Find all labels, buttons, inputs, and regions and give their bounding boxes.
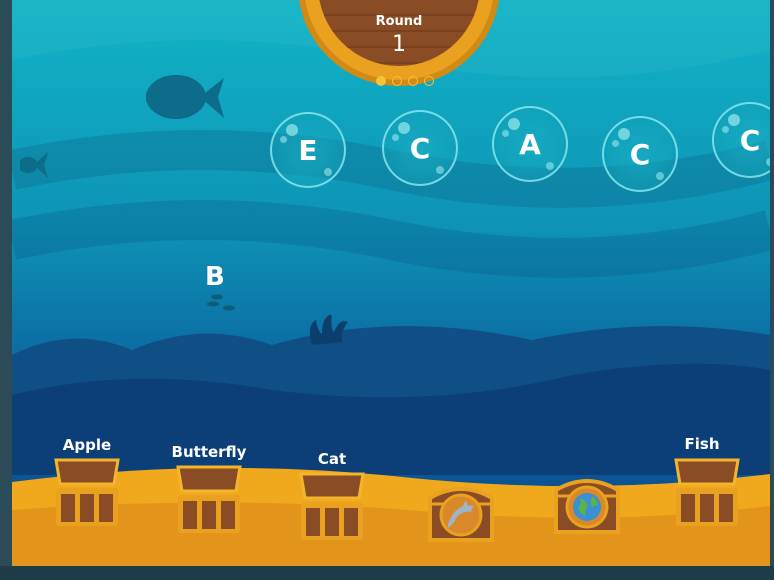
bubble-highlight bbox=[286, 124, 298, 136]
bubble-highlight bbox=[398, 122, 410, 134]
sand-floor bbox=[12, 467, 770, 566]
fish-silhouette-icon bbox=[20, 152, 48, 178]
bubble-highlight bbox=[508, 118, 520, 130]
bubble-highlight bbox=[392, 134, 399, 141]
round-number: 1 bbox=[392, 32, 406, 57]
bubble-highlight bbox=[766, 158, 770, 166]
fish-silhouette-icon bbox=[146, 75, 224, 119]
bubble-letter: E bbox=[298, 133, 318, 167]
round-progress-dots bbox=[376, 76, 434, 86]
bubble-highlight bbox=[324, 168, 332, 176]
bubble-highlight bbox=[280, 136, 287, 143]
letter-bubble[interactable]: E bbox=[270, 112, 346, 188]
bubble-highlight bbox=[546, 162, 554, 170]
letter-bubble[interactable]: C bbox=[382, 110, 458, 186]
letter-bubble[interactable]: A bbox=[492, 106, 568, 182]
treasure-chest-closed[interactable] bbox=[552, 474, 622, 536]
treasure-chest-open[interactable] bbox=[174, 463, 244, 535]
progress-dot bbox=[408, 76, 418, 86]
bubble-highlight bbox=[728, 114, 740, 126]
treasure-chest-closed[interactable] bbox=[426, 482, 496, 544]
progress-dot bbox=[376, 76, 386, 86]
chest-word-label: Apple bbox=[62, 436, 112, 454]
bubble-letter: C bbox=[409, 131, 431, 165]
letter-bubble[interactable]: C bbox=[602, 116, 678, 192]
game-canvas: Round 1 E C A C C B Apple Butterfly Cat bbox=[12, 0, 770, 566]
floating-letter[interactable]: B bbox=[205, 262, 225, 292]
bottom-strip bbox=[0, 566, 774, 580]
globe-icon bbox=[573, 493, 601, 521]
chest-word-label: Fish bbox=[684, 435, 720, 453]
bubble-highlight bbox=[618, 128, 630, 140]
bubble-letter: A bbox=[519, 127, 541, 161]
fish-school-icon bbox=[207, 294, 235, 311]
bubble-letter: C bbox=[629, 137, 651, 171]
round-label: Round bbox=[375, 14, 423, 29]
bubble-highlight bbox=[502, 130, 509, 137]
treasure-chest-open[interactable] bbox=[672, 456, 742, 528]
progress-dot bbox=[424, 76, 434, 86]
bubble-highlight bbox=[656, 172, 664, 180]
treasure-chest-open[interactable] bbox=[297, 470, 367, 542]
chest-word-label: Cat bbox=[317, 450, 347, 468]
chest-word-label: Butterfly bbox=[171, 443, 247, 461]
progress-dot bbox=[392, 76, 402, 86]
bubble-highlight bbox=[436, 166, 444, 174]
bubble-letter: C bbox=[739, 123, 761, 157]
treasure-chest-open[interactable] bbox=[52, 456, 122, 528]
round-panel: Round 1 bbox=[318, 0, 480, 86]
bubble-highlight bbox=[722, 126, 729, 133]
bubble-highlight bbox=[612, 140, 619, 147]
